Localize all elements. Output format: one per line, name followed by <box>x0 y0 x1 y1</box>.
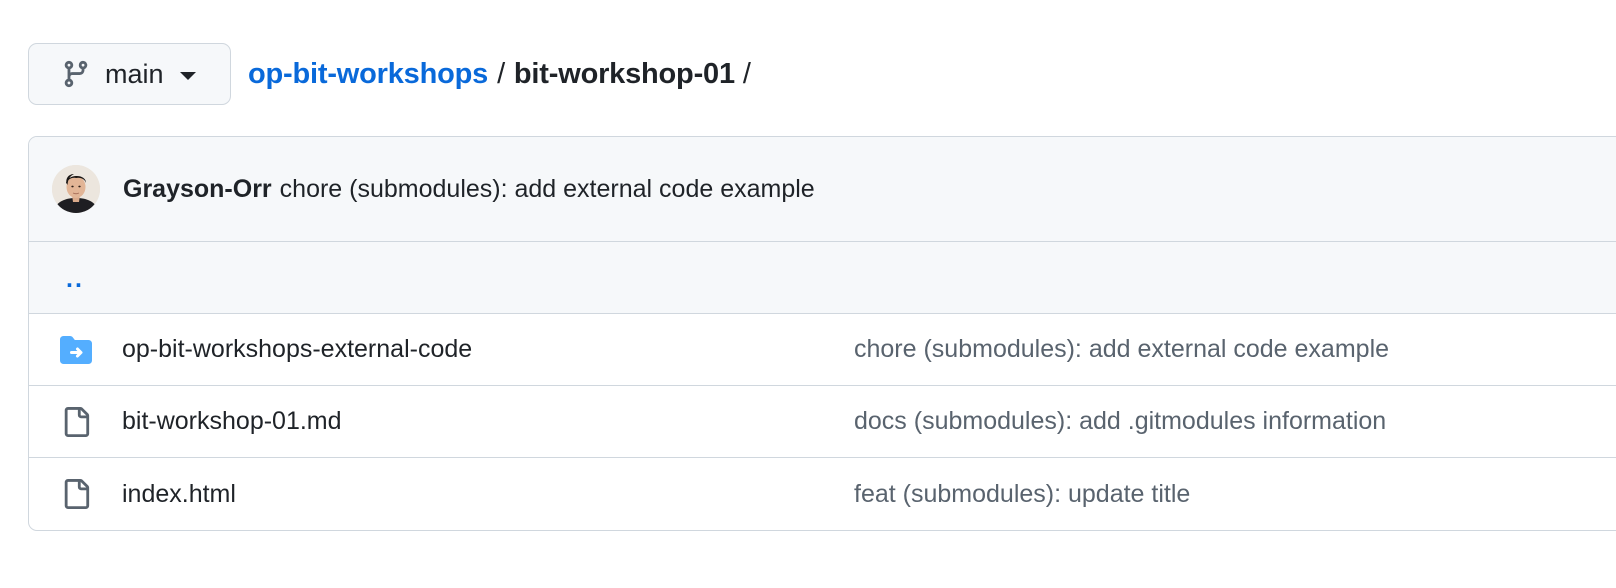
breadcrumb-trailing-separator: / <box>742 57 751 90</box>
file-commit-message[interactable]: docs (submodules): add .gitmodules infor… <box>854 407 1386 436</box>
breadcrumb-repo-link[interactable]: op-bit-workshops <box>248 58 488 91</box>
commit-author[interactable]: Grayson-Orr <box>123 175 272 204</box>
file-name[interactable]: index.html <box>122 480 236 509</box>
file-name[interactable]: bit-workshop-01.md <box>122 407 342 436</box>
breadcrumb-separator: / <box>497 57 505 90</box>
file-icon <box>60 478 92 510</box>
git-branch-icon <box>61 59 91 89</box>
submodule-folder-icon <box>60 334 92 366</box>
file-row[interactable]: op-bit-workshops-external-code chore (su… <box>29 314 1616 386</box>
file-row[interactable]: index.html feat (submodules): update tit… <box>29 458 1616 530</box>
branch-selector-button[interactable]: main <box>28 43 231 105</box>
chevron-down-icon <box>179 72 196 80</box>
file-commit-message[interactable]: feat (submodules): update title <box>854 480 1190 509</box>
file-row[interactable]: bit-workshop-01.md docs (submodules): ad… <box>29 386 1616 458</box>
file-commit-message[interactable]: chore (submodules): add external code ex… <box>854 335 1389 364</box>
latest-commit-bar: Grayson-Orr chore (submodules): add exte… <box>29 137 1616 242</box>
breadcrumb: op-bit-workshops / bit-workshop-01 / <box>248 58 751 91</box>
parent-directory-link[interactable]: .. <box>66 265 84 294</box>
commit-message[interactable]: chore (submodules): add external code ex… <box>280 175 815 204</box>
breadcrumb-current-dir: bit-workshop-01 <box>513 57 735 90</box>
file-icon <box>60 406 92 438</box>
avatar[interactable] <box>52 165 100 213</box>
file-name[interactable]: op-bit-workshops-external-code <box>122 335 472 364</box>
branch-name: main <box>105 58 164 89</box>
parent-directory-row[interactable]: .. <box>29 242 1616 314</box>
repo-navigation-bar: main op-bit-workshops / bit-workshop-01 … <box>28 43 751 105</box>
file-listing: Grayson-Orr chore (submodules): add exte… <box>28 136 1616 531</box>
